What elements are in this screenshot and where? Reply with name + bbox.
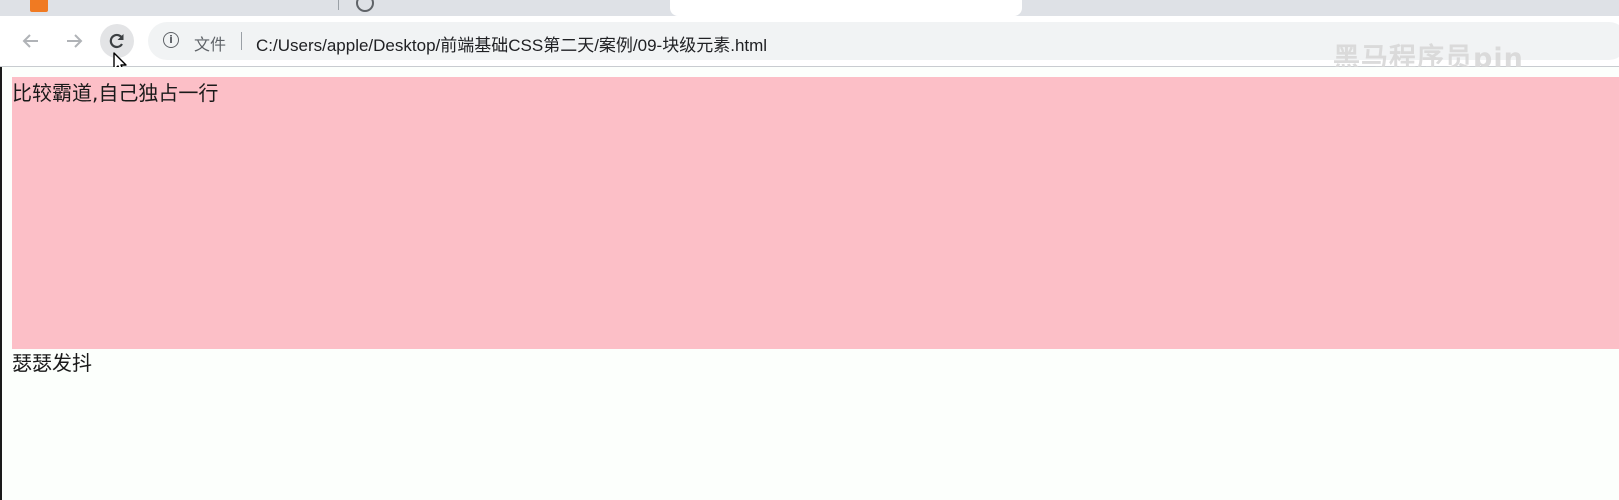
page-viewport: 比较霸道,自己独占一行 瑟瑟发抖 (0, 67, 1619, 500)
forward-button[interactable] (57, 24, 91, 58)
info-icon[interactable]: i (163, 32, 179, 48)
tab-2[interactable] (340, 0, 670, 16)
globe-icon (356, 0, 374, 12)
tab-separator (338, 0, 339, 10)
chip-divider (241, 32, 242, 50)
pink-block-div: 比较霸道,自己独占一行 (12, 77, 1619, 349)
tab-1[interactable] (0, 0, 340, 16)
orange-square-icon (30, 0, 48, 12)
back-button[interactable] (14, 24, 48, 58)
reload-icon (109, 33, 124, 49)
file-chip-label[interactable]: 文件 (194, 31, 226, 55)
arrow-right-icon (67, 34, 83, 48)
tab-3-active[interactable] (670, 0, 1022, 16)
block-text: 比较霸道,自己独占一行 (12, 81, 219, 105)
tab-4[interactable] (1022, 0, 1619, 16)
tab-strip (0, 0, 1619, 16)
url-text[interactable]: C:/Users/apple/Desktop/前端基础CSS第二天/案例/09-… (256, 31, 767, 56)
browser-window: i 文件 C:/Users/apple/Desktop/前端基础CSS第二天/案… (0, 0, 1619, 500)
second-text: 瑟瑟发抖 (12, 351, 92, 375)
arrow-left-icon (22, 34, 38, 48)
browser-toolbar: i 文件 C:/Users/apple/Desktop/前端基础CSS第二天/案… (0, 16, 1619, 74)
